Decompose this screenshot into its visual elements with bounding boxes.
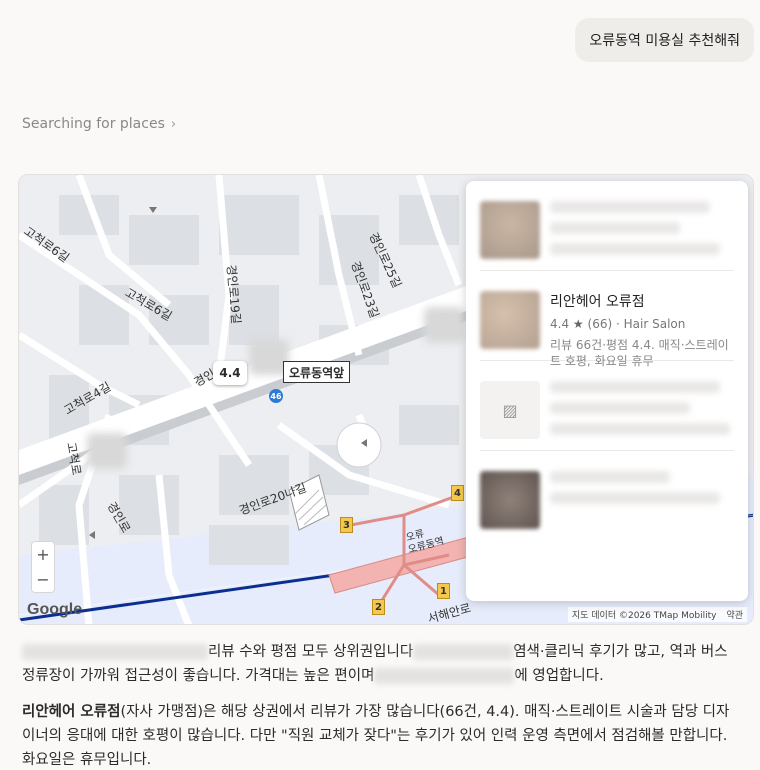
- subway-exit-4[interactable]: 4: [451, 485, 464, 501]
- place-result-item[interactable]: ▨: [480, 361, 734, 451]
- blurred-map-pin: [87, 433, 127, 469]
- blurred-map-pin: [424, 307, 464, 343]
- redacted-line: [550, 402, 690, 414]
- place-text: 리안헤어 오류점 4.4 ★ (66) · Hair Salon 리뷰 66건·…: [550, 291, 734, 369]
- redacted-line: [550, 381, 720, 393]
- user-message-bubble: 오류동역 미용실 추천해줘: [575, 18, 754, 62]
- redacted-line: [550, 222, 680, 234]
- redacted-line: [550, 471, 670, 483]
- answer-paragraph-1: 리뷰 수와 평점 모두 상위권입니다 염색·클리닉 후기가 많고, 역과 버스정류…: [22, 640, 732, 688]
- zoom-control: + −: [31, 541, 55, 593]
- place-category: Hair Salon: [623, 317, 686, 331]
- place-text-redacted: [550, 201, 734, 264]
- map-attribution: 지도 데이터 ©2026 TMap Mobility 약관: [567, 607, 747, 622]
- subway-exit-2[interactable]: 2: [372, 599, 385, 615]
- image-placeholder-icon: ▨: [480, 381, 540, 439]
- user-message-text: 오류동역 미용실 추천해줘: [589, 33, 740, 49]
- meta-separator: ·: [615, 317, 620, 331]
- subway-exit-1[interactable]: 1: [437, 583, 450, 599]
- chevron-right-icon: ›: [170, 116, 177, 132]
- place-meta: 4.4 ★ (66) · Hair Salon: [550, 317, 734, 331]
- place-description: 리뷰 66건·평점 4.4. 매직·스트레이트 호평, 화요일 휴무: [550, 338, 729, 368]
- bus-stop-label[interactable]: 오류동역앞: [283, 361, 351, 383]
- search-status[interactable]: Searching for places ›: [22, 116, 176, 132]
- zoom-in-button[interactable]: +: [36, 546, 49, 563]
- map-data-credit: 지도 데이터 ©2026 TMap Mobility: [571, 611, 717, 621]
- star-icon: ★: [572, 317, 584, 331]
- zoom-out-button[interactable]: −: [36, 571, 49, 588]
- place-review-count: (66): [587, 317, 613, 331]
- paragraph-text: (자사 가맹점)은 해당 상권에서 리뷰가 가장 많습니다(66건, 4.4).…: [22, 704, 730, 768]
- map-card[interactable]: 고척로6길 고척로6길 고척로4길 경인로19길 경인로23길 경인로25길 경…: [18, 174, 754, 625]
- paragraph-text: 에 영업합니다.: [514, 668, 604, 684]
- redacted-text: [22, 644, 208, 660]
- paragraph-text: 리뷰 수와 평점 모두 상위권입니다: [208, 644, 414, 660]
- answer-paragraph-2: 리안헤어 오류점(자사 가맹점)은 해당 상권에서 리뷰가 가장 많습니다(66…: [22, 700, 732, 770]
- redacted-text: [374, 668, 515, 684]
- place-thumbnail: [480, 291, 540, 349]
- place-text-redacted: [550, 471, 734, 513]
- place-thumbnail: [480, 201, 540, 259]
- place-name: 리안헤어 오류점: [550, 294, 645, 310]
- map-pin-rating[interactable]: 4.4: [213, 361, 247, 385]
- search-status-text: Searching for places: [22, 116, 165, 132]
- place-thumbnail: [480, 471, 540, 529]
- place-result-item[interactable]: [480, 451, 734, 541]
- place-result-item[interactable]: [480, 181, 734, 271]
- place-rating: 4.4: [550, 317, 570, 331]
- bus-stop-number[interactable]: 46: [269, 389, 283, 403]
- redacted-line: [550, 492, 720, 504]
- place-results-panel[interactable]: 리안헤어 오류점 4.4 ★ (66) · Hair Salon 리뷰 66건·…: [466, 181, 748, 601]
- place-result-item[interactable]: 리안헤어 오류점 4.4 ★ (66) · Hair Salon 리뷰 66건·…: [480, 271, 734, 368]
- place-text-redacted: [550, 381, 734, 444]
- redacted-line: [550, 243, 720, 255]
- place-name-bold: 리안헤어 오류점: [22, 704, 121, 720]
- map-terms-link[interactable]: 약관: [726, 608, 743, 621]
- subway-exit-3[interactable]: 3: [340, 517, 353, 533]
- google-logo: Google: [27, 601, 83, 618]
- redacted-text: [413, 644, 514, 660]
- redacted-line: [550, 423, 730, 435]
- redacted-line: [550, 201, 710, 213]
